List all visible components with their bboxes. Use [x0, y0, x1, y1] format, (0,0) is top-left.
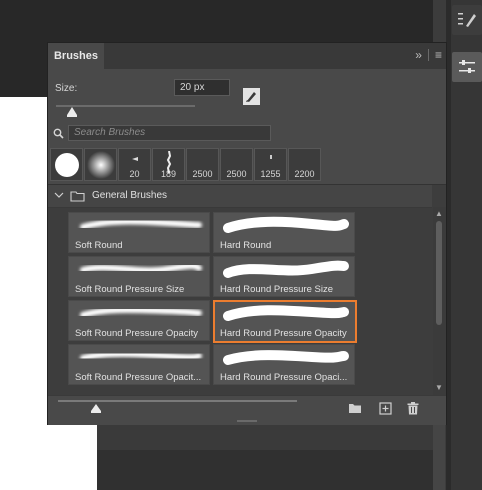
brush-tile-soft-round-pressure-opacity-2[interactable]: Soft Round Pressure Opacit...	[68, 344, 210, 385]
soft-stroke-preview	[80, 218, 202, 230]
brush-tile-hard-round[interactable]: Hard Round	[213, 212, 355, 253]
scrollbar-thumb[interactable]	[436, 221, 442, 325]
preset-brush-6[interactable]: 2500	[220, 148, 253, 181]
chevron-up-icon[interactable]: ▲	[435, 209, 443, 218]
brush-tile-soft-round[interactable]: Soft Round	[68, 212, 210, 253]
canvas-pasteboard-lower	[97, 450, 433, 490]
preset-brush-7[interactable]: 1255	[254, 148, 287, 181]
search-input[interactable]: Search Brushes	[68, 125, 271, 141]
brush-edit-icon	[246, 92, 256, 102]
brush-presets-dock-button[interactable]	[452, 5, 482, 35]
recent-brush-presets: 20 189 2500 2500 1255 2200	[50, 148, 321, 181]
brush-group-label: General Brushes	[92, 190, 168, 201]
preset-brush-8[interactable]: 2200	[288, 148, 321, 181]
trash-icon	[407, 401, 419, 414]
brush-settings-dock-button[interactable]	[452, 52, 482, 82]
brush-tile-hard-round-pressure-opacity-2[interactable]: Hard Round Pressure Opaci...	[213, 344, 355, 385]
soft-round-tip-icon	[86, 151, 115, 179]
preview-size-slider-thumb[interactable]	[91, 404, 101, 411]
delete-brush-button[interactable]	[406, 401, 420, 415]
folder-icon	[70, 191, 85, 202]
panel-resize-grip[interactable]	[237, 420, 257, 422]
dot-tip-icon	[269, 155, 272, 159]
hard-stroke-preview	[223, 260, 349, 278]
preset-brush-5[interactable]: 2500	[186, 148, 219, 181]
new-brush-icon	[378, 401, 392, 415]
tab-brushes[interactable]: Brushes	[48, 43, 104, 69]
brush-list-scrollbar[interactable]: ▲ ▼	[433, 207, 446, 395]
hard-stroke-preview	[223, 216, 349, 233]
brushes-panel: Brushes » ≡ Size: 20 px Search Brushes 2…	[47, 42, 447, 425]
collapse-panel-icon[interactable]: »	[415, 48, 422, 62]
chevron-down-icon[interactable]: ▼	[435, 383, 443, 392]
soft-stroke-preview	[80, 306, 202, 318]
panel-tab-bar: Brushes » ≡	[48, 43, 446, 69]
chevron-down-icon[interactable]	[54, 190, 64, 200]
hard-stroke-preview	[223, 305, 349, 321]
preset-soft-round[interactable]	[84, 148, 117, 181]
new-group-button[interactable]	[348, 401, 362, 415]
preset-hard-round[interactable]	[50, 148, 83, 181]
scatter-tip-icon	[166, 151, 171, 173]
soft-stroke-preview	[80, 262, 202, 274]
brush-tile-soft-round-pressure-size[interactable]: Soft Round Pressure Size	[68, 256, 210, 297]
hard-stroke-preview	[223, 350, 349, 365]
new-brush-button[interactable]	[378, 401, 392, 415]
brush-list-icon	[458, 13, 476, 27]
folder-icon	[349, 404, 361, 413]
brush-group-general[interactable]: General Brushes	[48, 185, 432, 208]
preset-brush-3[interactable]: 20	[118, 148, 151, 181]
hard-round-tip-icon	[54, 153, 79, 177]
size-field[interactable]: 20 px	[174, 79, 230, 96]
preset-brush-4[interactable]: 189	[152, 148, 185, 181]
preview-size-slider-track[interactable]	[58, 400, 297, 402]
panel-menu-icon[interactable]: ≡	[435, 48, 442, 62]
brush-tile-hard-round-pressure-opacity[interactable]: Hard Round Pressure Opacity	[213, 300, 357, 343]
sliders-icon	[459, 60, 475, 73]
brush-tile-soft-round-pressure-opacity[interactable]: Soft Round Pressure Opacity	[68, 300, 210, 341]
search-icon	[53, 128, 64, 139]
size-slider-thumb[interactable]	[67, 107, 77, 115]
brush-settings-button[interactable]	[243, 88, 260, 105]
brush-tile-hard-round-pressure-size[interactable]: Hard Round Pressure Size	[213, 256, 355, 297]
soft-stroke-preview	[80, 351, 202, 361]
small-tip-icon	[131, 157, 138, 161]
dock-scrollbar[interactable]	[433, 420, 445, 490]
size-label: Size:	[55, 83, 78, 94]
brush-list: General Brushes Soft Round Hard Round So…	[48, 184, 446, 395]
